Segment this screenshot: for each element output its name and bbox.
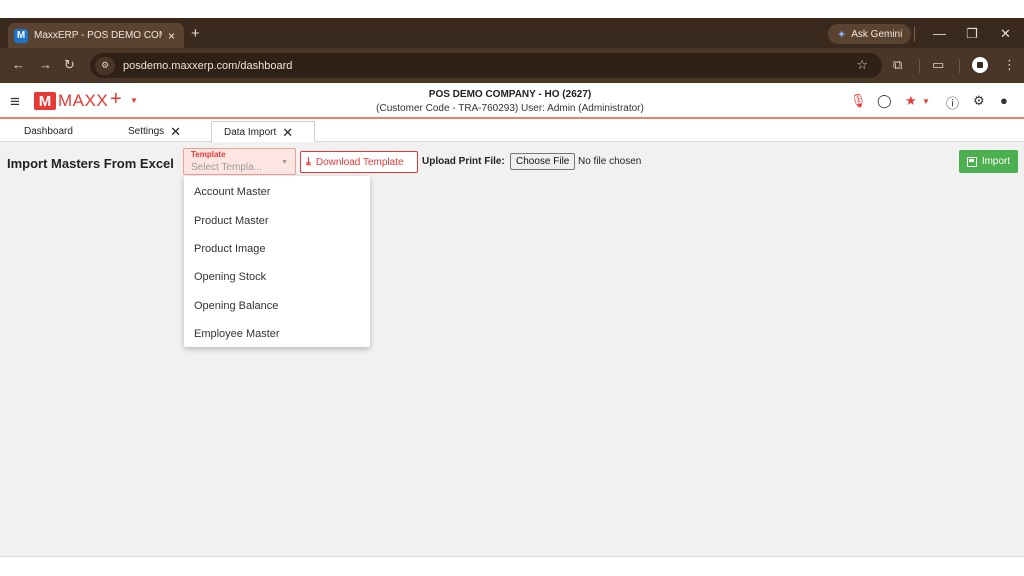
tab-label: Data Import (224, 127, 277, 138)
template-placeholder: Select Templa... (191, 162, 262, 173)
tab-close-icon[interactable]: × (168, 29, 175, 43)
browser-tab-strip: M MaxxERP - POS DEMO COMPANY × + ✦ Ask G… (0, 18, 1024, 48)
logo-mark: M (34, 92, 56, 110)
choose-file-button[interactable]: Choose File (510, 153, 576, 170)
save-icon (966, 156, 977, 167)
company-name: POS DEMO COMPANY - HO (2627) (428, 89, 592, 100)
reload-icon[interactable]: ↻ (64, 57, 75, 73)
template-dropdown-menu: Account Master Product Master Product Im… (184, 176, 370, 347)
chevron-down-icon: ▼ (281, 159, 288, 166)
menu-item-product-master[interactable]: Product Master (184, 206, 370, 234)
forward-icon[interactable]: → (39, 57, 52, 72)
divider (914, 27, 915, 41)
screen-bottom-margin (0, 557, 1024, 576)
hamburger-menu-icon[interactable]: ≡ (10, 92, 20, 112)
new-tab-button[interactable]: + (191, 25, 200, 42)
restore-icon[interactable]: ❐ (966, 26, 978, 42)
whatsapp-icon[interactable]: ◯ (877, 93, 892, 109)
upload-label: Upload Print File: (422, 156, 505, 167)
import-label: Import (981, 156, 1011, 167)
gemini-icon: ✦ (837, 28, 847, 41)
minimize-icon[interactable]: — (933, 26, 946, 41)
reading-mode-icon[interactable]: ▭ (932, 57, 944, 73)
close-window-icon[interactable]: ✕ (1000, 26, 1011, 42)
close-icon[interactable]: ✕ (170, 124, 181, 140)
customer-info: (Customer Code - TRA-760293) User: Admin… (376, 103, 644, 114)
tab-data-import[interactable]: Data Import ✕ (211, 121, 315, 143)
microphone-icon[interactable]: 🎙 (850, 93, 867, 109)
template-select[interactable]: Template Select Templa... ▼ (183, 148, 296, 175)
browser-tab[interactable]: M MaxxERP - POS DEMO COMPANY × (8, 23, 184, 48)
download-template-label: Download Template (315, 156, 404, 168)
tab-dashboard[interactable]: Dashboard (24, 121, 73, 142)
import-button[interactable]: Import (959, 150, 1018, 173)
tab-label: Settings (128, 126, 165, 137)
url-text: posdemo.maxxerp.com/dashboard (123, 59, 293, 72)
maxx-favicon-icon: M (14, 28, 28, 43)
menu-item-opening-balance[interactable]: Opening Balance (184, 292, 370, 320)
maxx-logo[interactable]: M MAXX (34, 91, 108, 111)
screen-top-margin (0, 0, 1024, 18)
menu-dots-icon[interactable]: ⋮ (1003, 57, 1016, 73)
logo-text: MAXX (58, 91, 109, 110)
menu-item-opening-stock[interactable]: Opening Stock (184, 263, 370, 291)
menu-item-account-master[interactable]: Account Master (184, 178, 370, 206)
ask-gemini-button[interactable]: ✦ Ask Gemini (828, 24, 912, 44)
browser-toolbar: ← → ↻ ⚙ posdemo.maxxerp.com/dashboard ☆ … (0, 48, 1024, 83)
bookmark-star-icon[interactable]: ☆ (856, 57, 868, 73)
menu-item-employee-master[interactable]: Employee Master (184, 320, 370, 348)
address-bar[interactable]: ⚙ posdemo.maxxerp.com/dashboard ☆ (90, 53, 882, 78)
main-content: Import Masters From Excel Template Selec… (0, 142, 1024, 557)
template-label: Template (191, 150, 226, 159)
page-tab-bar: Dashboard Settings ✕ Data Import ✕ (0, 121, 1024, 143)
ask-gemini-label: Ask Gemini (851, 28, 903, 40)
close-icon[interactable]: ✕ (282, 125, 293, 141)
browser-tab-title: MaxxERP - POS DEMO COMPANY (34, 30, 162, 41)
menu-item-product-image[interactable]: Product Image (184, 235, 370, 263)
site-settings-icon[interactable]: ⚙ (95, 56, 115, 75)
extensions-icon[interactable]: ⧉ (893, 57, 902, 73)
settings-gear-icon[interactable]: ⚙ (973, 93, 985, 109)
user-profile-icon[interactable]: ● (1000, 93, 1008, 108)
app-header: ≡ M MAXX + ▼ POS DEMO COMPANY - HO (2627… (0, 83, 1024, 119)
back-icon[interactable]: ← (12, 57, 25, 72)
record-icon[interactable] (972, 57, 988, 73)
quick-add-button[interactable]: + (110, 88, 122, 111)
download-template-button[interactable]: ⤓ Download Template (300, 151, 418, 173)
file-status: No file chosen (578, 156, 642, 167)
download-icon: ⤓ (306, 155, 311, 168)
page-title: Import Masters From Excel (7, 156, 174, 171)
tab-label: Dashboard (24, 126, 73, 137)
chevron-down-icon[interactable]: ▼ (130, 96, 138, 105)
favorites-star-icon[interactable]: ★ (905, 93, 917, 109)
chevron-down-icon[interactable]: ▼ (922, 97, 930, 106)
help-icon[interactable]: ⓘ (946, 93, 959, 112)
divider (959, 59, 960, 73)
tab-settings[interactable]: Settings ✕ (128, 121, 181, 142)
divider (919, 59, 920, 73)
